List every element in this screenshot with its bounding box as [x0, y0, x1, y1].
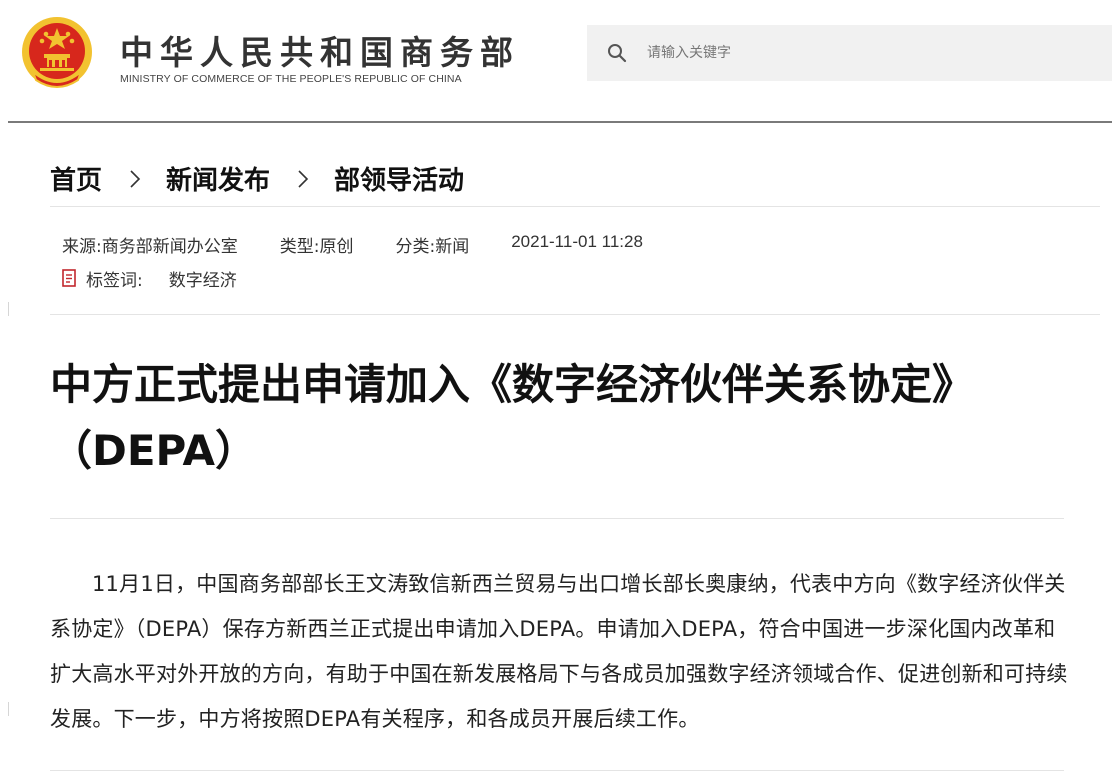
- breadcrumb-home[interactable]: 首页: [50, 160, 102, 197]
- header-divider: [8, 121, 1112, 123]
- site-title[interactable]: 中华人民共和国商务部: [120, 26, 520, 74]
- site-subtitle: MINISTRY OF COMMERCE OF THE PEOPLE'S REP…: [120, 73, 462, 85]
- category-label: 分类:: [395, 237, 436, 257]
- breadcrumb-news[interactable]: 新闻发布: [166, 160, 270, 197]
- search-input[interactable]: [647, 25, 1087, 81]
- tag-link[interactable]: 数字经济: [169, 266, 237, 291]
- left-edge-tick: [8, 302, 9, 316]
- site-header: 中华人民共和国商务部 MINISTRY OF COMMERCE OF THE P…: [0, 0, 1112, 123]
- article-body: 11月1日，中国商务部部长王文涛致信新西兰贸易与出口增长部长奥康纳，代表中方向《…: [50, 572, 1068, 731]
- search-icon[interactable]: [607, 43, 627, 63]
- category-value: 新闻: [435, 237, 470, 257]
- tag-document-icon: [62, 269, 76, 287]
- breadcrumb: 首页 新闻发布 部领导活动: [50, 158, 464, 198]
- article-title: 中方正式提出申请加入《数字经济伙伴关系协定》（DEPA）: [50, 360, 975, 475]
- title-divider: [50, 518, 1064, 519]
- breadcrumb-divider: [50, 206, 1100, 207]
- tags-row: 标签词: 数字经济: [62, 266, 237, 291]
- breadcrumb-leader-activities[interactable]: 部领导活动: [334, 160, 464, 197]
- search-bar: [587, 25, 1112, 81]
- source-value: 商务部新闻办公室: [101, 237, 238, 257]
- publish-datetime: 2021-11-01 11:28: [511, 232, 643, 251]
- source-label: 来源:: [62, 237, 102, 257]
- chevron-right-icon: [128, 165, 144, 191]
- article-meta: 来源: 商务部新闻办公室 类型: 原创 分类: 新闻 2021-11-01 11…: [62, 232, 643, 257]
- body-divider: [50, 770, 1064, 771]
- type-label: 类型:: [279, 237, 320, 257]
- tags-label: 标签词:: [86, 270, 143, 291]
- chevron-right-icon: [296, 165, 312, 191]
- type-value: 原创: [319, 237, 354, 257]
- left-edge-tick: [8, 702, 9, 716]
- meta-divider: [50, 314, 1100, 315]
- national-emblem-icon[interactable]: [18, 14, 96, 92]
